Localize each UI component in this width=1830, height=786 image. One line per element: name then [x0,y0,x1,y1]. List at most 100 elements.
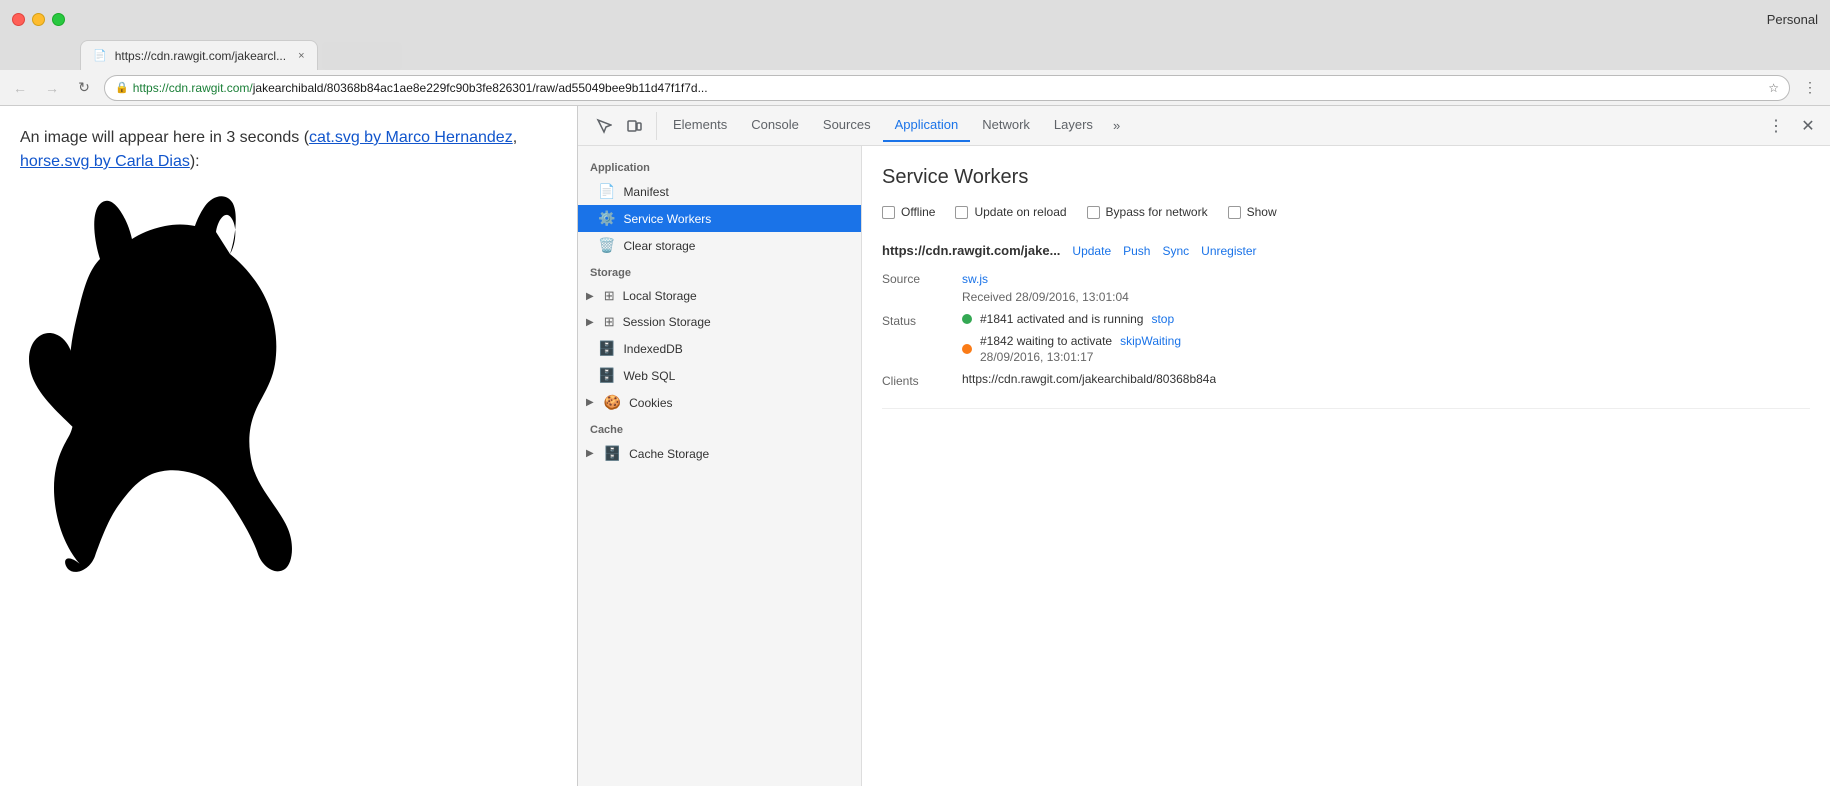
clear-storage-icon: 🗑️ [598,237,615,254]
devtools-tabs: Elements Console Sources Application Net… [657,109,1762,142]
tab-console[interactable]: Console [739,109,811,142]
cache-storage-icon: 🗄️ [604,445,621,462]
sidebar-item-local-storage[interactable]: ▶ ⊞ Local Storage [578,283,861,309]
sidebar-item-cache-storage-label: Cache Storage [629,447,849,461]
web-sql-icon: 🗄️ [598,367,615,384]
status-dot-orange [962,344,972,354]
cat-image [20,184,360,604]
devtools-close-icon[interactable]: ✕ [1794,112,1822,140]
bypass-for-network-label: Bypass for network [1106,205,1208,219]
devtools-body: Application 📄 Manifest ⚙️ Service Worker… [578,146,1830,786]
horse-svg-link[interactable]: horse.svg by Carla Dias [20,153,190,170]
sidebar-item-session-storage-label: Session Storage [623,315,849,329]
sw-entry: https://cdn.rawgit.com/jake... Update Pu… [882,243,1810,409]
device-toolbar-icon[interactable] [620,112,648,140]
inspect-element-icon[interactable] [590,112,618,140]
sw-unregister-link[interactable]: Unregister [1201,244,1256,258]
devtools-icon-group [582,112,657,140]
tab-elements[interactable]: Elements [661,109,739,142]
sw-update-link[interactable]: Update [1072,244,1111,258]
status-dot-green [962,314,972,324]
sw-running-text: #1841 activated and is running [980,312,1143,326]
tab-layers[interactable]: Layers [1042,109,1105,142]
sw-received-value: Received 28/09/2016, 13:01:04 [962,290,1129,304]
sidebar-item-cookies[interactable]: ▶ 🍪 Cookies [578,389,861,416]
bypass-for-network-option[interactable]: Bypass for network [1087,205,1208,219]
tab-sources[interactable]: Sources [811,109,883,142]
devtools-panel: Elements Console Sources Application Net… [577,106,1830,786]
cat-svg-link[interactable]: cat.svg by Marco Hernandez [309,129,513,146]
sidebar-item-clear-storage-label: Clear storage [623,239,849,253]
tabs-bar: 📄 https://cdn.rawgit.com/jakearcl... × [0,38,1830,70]
bypass-for-network-checkbox[interactable] [1087,206,1100,219]
url-bar[interactable]: 🔒 https://cdn.rawgit.com/jakearchibald/8… [104,75,1790,101]
sidebar-item-service-workers-label: Service Workers [623,212,849,226]
sw-status-row: Status #1841 activated and is running st… [882,312,1810,364]
maximize-button[interactable] [52,13,65,26]
browser-tab[interactable]: 📄 https://cdn.rawgit.com/jakearcl... × [80,40,318,70]
sw-clients-value: https://cdn.rawgit.com/jakearchibald/803… [962,372,1216,386]
sw-received-datetime: 28/09/2016, 13:01:04 [1015,290,1128,304]
sw-status-entries: #1841 activated and is running stop #184… [962,312,1181,364]
sidebar-item-cookies-label: Cookies [629,396,849,410]
cache-storage-arrow-icon: ▶ [586,448,594,459]
sw-push-link[interactable]: Push [1123,244,1150,258]
url-https: https://cdn.rawgit.com/ [133,81,253,95]
sidebar-item-manifest[interactable]: 📄 Manifest [578,178,861,205]
sw-status-label: Status [882,312,962,328]
sw-sync-link[interactable]: Sync [1162,244,1189,258]
back-button[interactable]: ← [8,76,32,100]
sw-waiting-text: #1842 waiting to activate [980,334,1112,348]
sw-status-waiting: #1842 waiting to activate skipWaiting 28… [962,334,1181,364]
tab-application[interactable]: Application [883,109,971,142]
lock-icon: 🔒 [115,81,129,94]
sw-source-row: Source sw.js Received 28/09/2016, 13:01:… [882,270,1810,304]
tab-close-button[interactable]: × [298,50,304,62]
sw-skip-waiting-link[interactable]: skipWaiting [1120,334,1181,348]
close-button[interactable] [12,13,25,26]
sw-waiting-time: 28/09/2016, 13:01:17 [980,350,1181,364]
page-text-before: An image will appear here in 3 seconds ( [20,129,309,146]
offline-label: Offline [901,205,935,219]
sw-clients-label: Clients [882,372,962,388]
show-option[interactable]: Show [1228,205,1277,219]
devtools-sidebar: Application 📄 Manifest ⚙️ Service Worker… [578,146,862,786]
page-separator: , [513,129,517,146]
indexeddb-icon: 🗄️ [598,340,615,357]
devtools-action-buttons: ⋮ ✕ [1762,112,1826,140]
sw-stop-link[interactable]: stop [1151,312,1174,326]
sidebar-item-cache-storage[interactable]: ▶ 🗄️ Cache Storage [578,440,861,467]
more-tabs-button[interactable]: » [1105,110,1128,141]
bookmark-star-icon[interactable]: ☆ [1768,81,1779,95]
devtools-more-options-icon[interactable]: ⋮ [1762,112,1790,140]
sw-source-label: Source [882,270,962,286]
sidebar-item-clear-storage[interactable]: 🗑️ Clear storage [578,232,861,259]
offline-checkbox[interactable] [882,206,895,219]
sidebar-item-web-sql[interactable]: 🗄️ Web SQL [578,362,861,389]
minimize-button[interactable] [32,13,45,26]
offline-option[interactable]: Offline [882,205,935,219]
session-storage-icon: ⊞ [604,314,615,330]
show-checkbox[interactable] [1228,206,1241,219]
sidebar-item-indexeddb[interactable]: 🗄️ IndexedDB [578,335,861,362]
profile-label: Personal [1767,12,1818,27]
reload-button[interactable]: ↻ [72,76,96,100]
update-on-reload-label: Update on reload [974,205,1066,219]
sw-status-running: #1841 activated and is running stop [962,312,1181,326]
tab-network[interactable]: Network [970,109,1042,142]
cookies-arrow-icon: ▶ [586,397,594,408]
sidebar-item-session-storage[interactable]: ▶ ⊞ Session Storage [578,309,861,335]
traffic-lights [12,13,65,26]
forward-button[interactable]: → [40,76,64,100]
address-bar: ← → ↻ 🔒 https://cdn.rawgit.com/jakearchi… [0,70,1830,106]
sidebar-section-application: Application [578,154,861,178]
sidebar-item-service-workers[interactable]: ⚙️ Service Workers [578,205,861,232]
sw-source-file-link[interactable]: sw.js [962,272,988,286]
update-on-reload-option[interactable]: Update on reload [955,205,1066,219]
manifest-icon: 📄 [598,183,615,200]
update-on-reload-checkbox[interactable] [955,206,968,219]
sw-clients-row: Clients https://cdn.rawgit.com/jakearchi… [882,372,1810,388]
more-options-button[interactable]: ⋮ [1798,76,1822,100]
devtools-toolbar: Elements Console Sources Application Net… [578,106,1830,146]
sw-waiting-details: #1842 waiting to activate skipWaiting 28… [980,334,1181,364]
